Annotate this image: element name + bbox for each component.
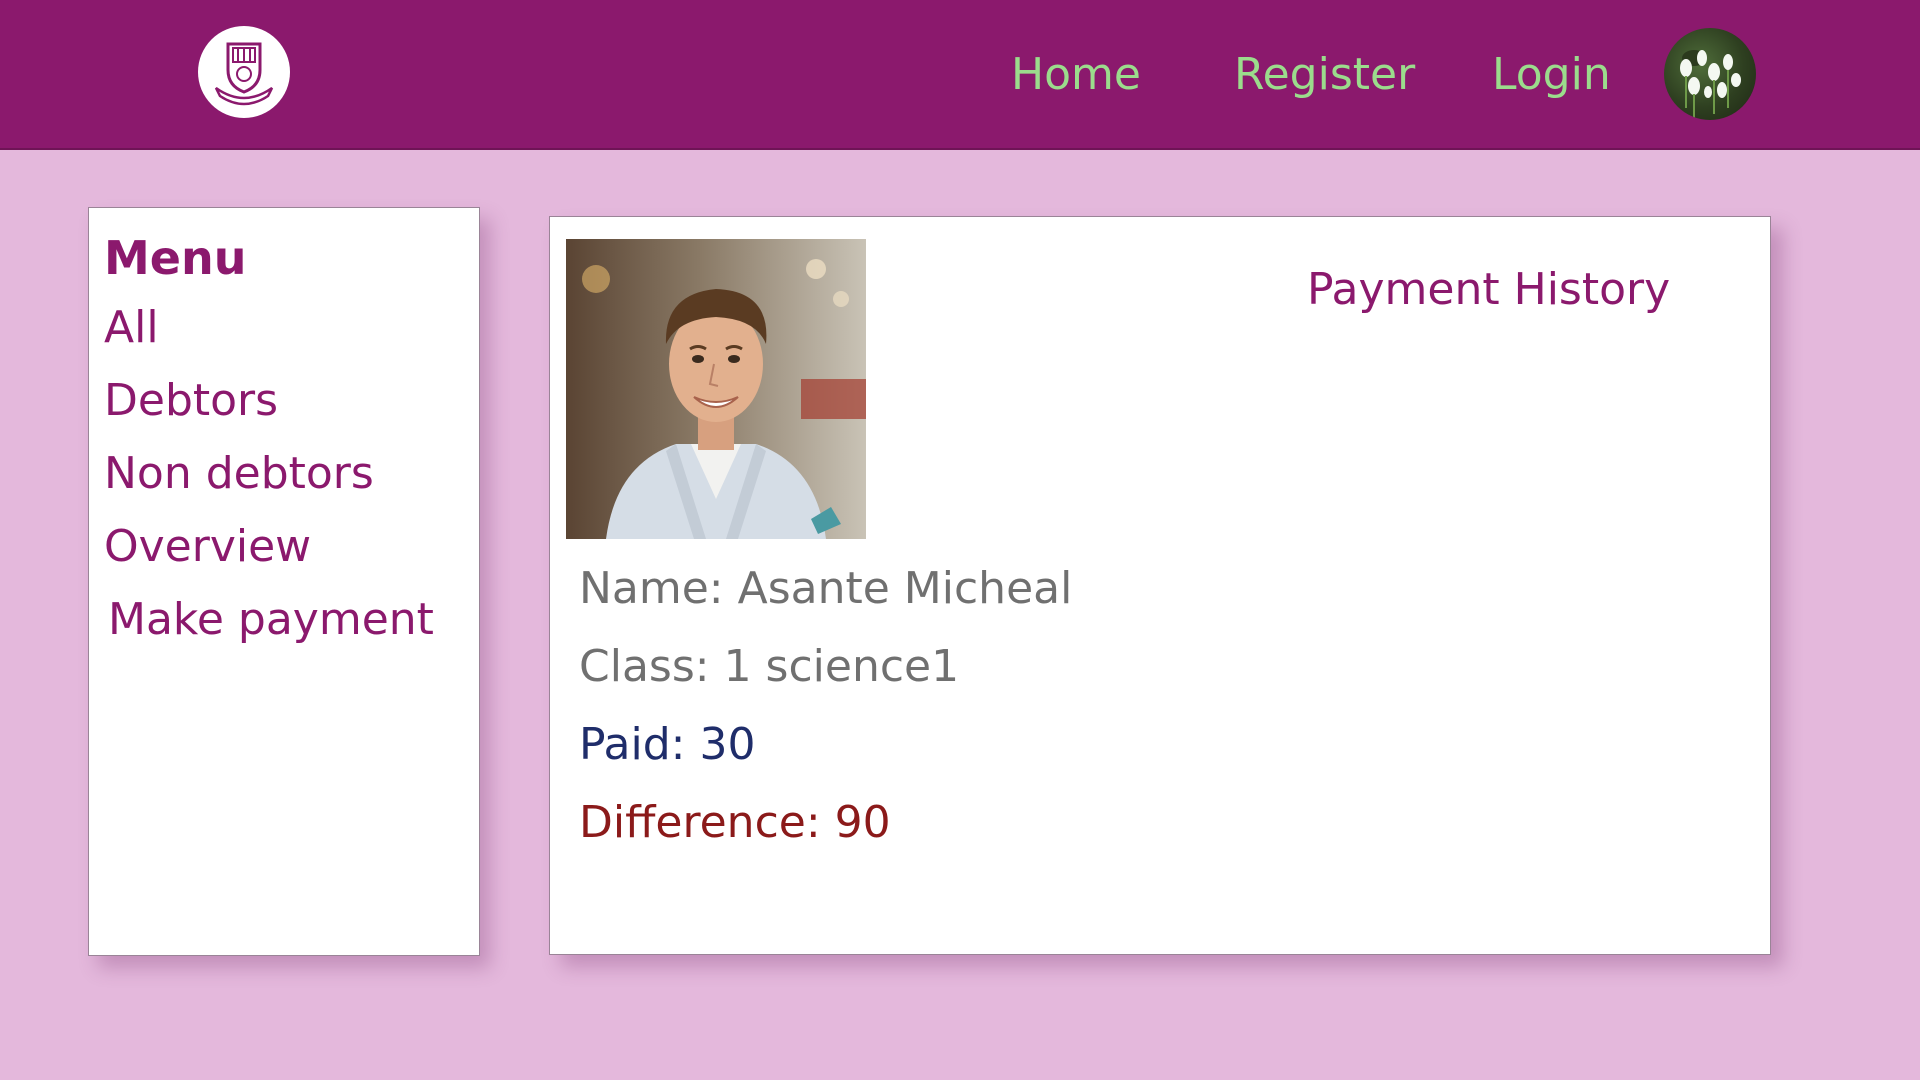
- sidebar-item-non-debtors[interactable]: Non debtors: [104, 445, 374, 503]
- top-navbar: Home Register Login: [0, 0, 1920, 150]
- nav-login-link[interactable]: Login: [1492, 47, 1611, 103]
- user-avatar-icon[interactable]: [1664, 28, 1756, 120]
- amount-paid: Paid: 30: [579, 719, 756, 770]
- payment-history-title: Payment History: [1307, 264, 1671, 315]
- student-photo: [566, 239, 866, 539]
- nav-register-link[interactable]: Register: [1234, 47, 1415, 103]
- school-crest-icon[interactable]: [198, 26, 290, 118]
- sidebar-menu: Menu All Debtors Non debtors Overview Ma…: [88, 207, 480, 956]
- sidebar-item-all[interactable]: All: [104, 299, 159, 357]
- sidebar-item-debtors[interactable]: Debtors: [104, 372, 278, 430]
- nav-home-link[interactable]: Home: [1011, 47, 1141, 103]
- student-payment-panel: Payment History Name: Asante Micheal Cla…: [549, 216, 1771, 955]
- menu-title: Menu: [104, 231, 247, 285]
- sidebar-item-make-payment[interactable]: Make payment: [108, 591, 434, 649]
- student-class: Class: 1 science1: [579, 641, 960, 692]
- student-name: Name: Asante Micheal: [579, 563, 1073, 614]
- amount-difference: Difference: 90: [579, 797, 891, 848]
- sidebar-item-overview[interactable]: Overview: [104, 518, 311, 576]
